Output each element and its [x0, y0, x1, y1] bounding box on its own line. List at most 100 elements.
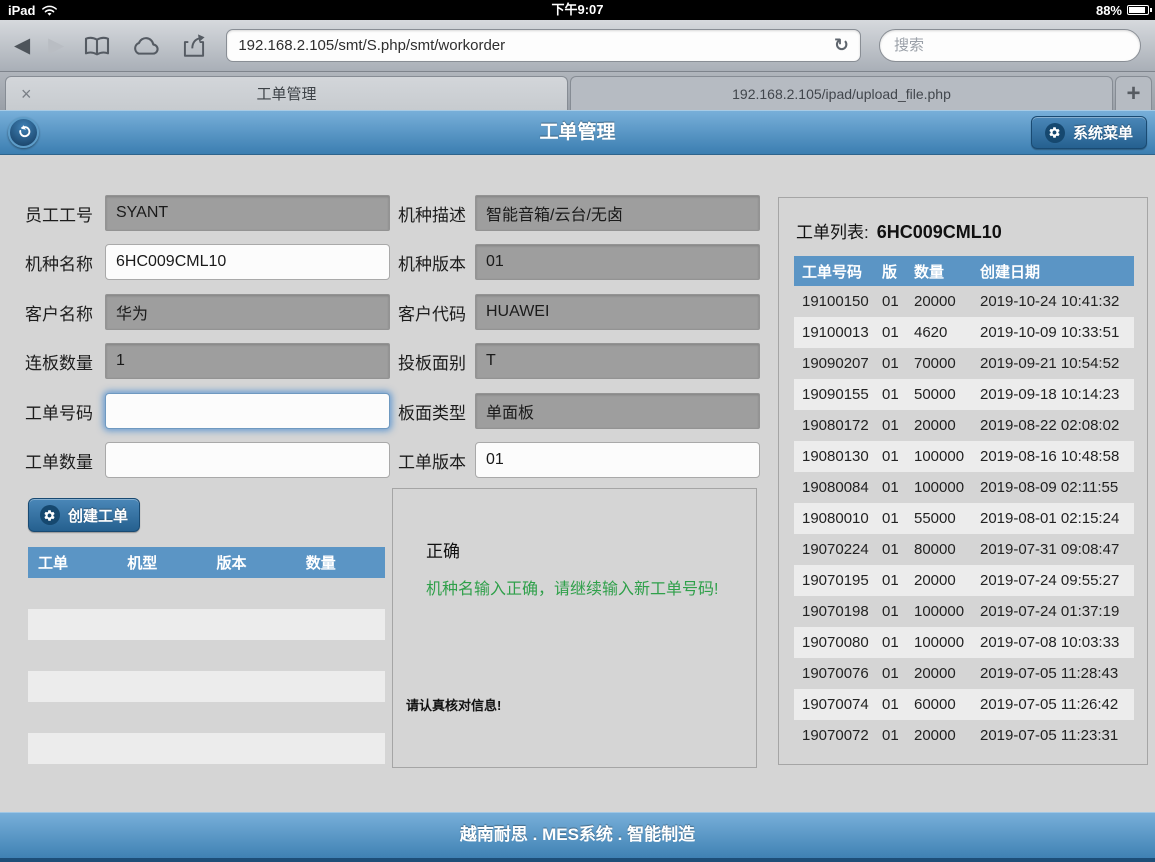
icloud-tabs-button[interactable]	[130, 36, 162, 56]
status-right: 88%	[1096, 0, 1149, 20]
order-number-cell: 19080172	[794, 410, 874, 441]
panel-count-label: 连板数量	[25, 349, 105, 374]
order-number-cell: 19100013	[794, 317, 874, 348]
order-table-row[interactable]: 19070198 01 100000 2019-07-24 01:37:19	[794, 596, 1134, 627]
order-number-cell: 19090155	[794, 379, 874, 410]
order-col-qty: 数量	[906, 256, 972, 286]
order-list-model: 6HC009CML10	[877, 222, 1002, 242]
order-qty-cell: 100000	[906, 596, 972, 627]
system-menu-button[interactable]: 系统菜单	[1031, 116, 1147, 149]
board-type-label: 板面类型	[398, 399, 475, 424]
tab-upload-file[interactable]: 192.168.2.105/ipad/upload_file.php	[570, 76, 1113, 110]
order-qty-cell: 20000	[906, 565, 972, 596]
employee-id-field	[105, 195, 390, 231]
order-version-cell: 01	[874, 720, 906, 751]
order-table-row[interactable]: 19070224 01 80000 2019-07-31 09:08:47	[794, 534, 1134, 565]
workorder-number-field[interactable]	[105, 393, 390, 429]
pending-empty-row	[28, 640, 385, 671]
battery-percent: 88%	[1096, 3, 1122, 18]
order-qty-cell: 50000	[906, 379, 972, 410]
workorder-qty-label: 工单数量	[25, 448, 105, 473]
board-type-field	[475, 393, 760, 429]
field-customer-name: 客户名称	[25, 294, 390, 330]
order-table-row[interactable]: 19080010 01 55000 2019-08-01 02:15:24	[794, 503, 1134, 534]
tab-workorder[interactable]: × 工单管理	[5, 76, 568, 110]
battery-icon	[1127, 5, 1149, 15]
order-number-cell: 19080084	[794, 472, 874, 503]
order-table-row[interactable]: 19080172 01 20000 2019-08-22 02:08:02	[794, 410, 1134, 441]
close-icon[interactable]: ×	[21, 85, 32, 103]
order-qty-cell: 4620	[906, 317, 972, 348]
tab-title: 工单管理	[256, 83, 316, 104]
order-table-row[interactable]: 19070195 01 20000 2019-07-24 09:55:27	[794, 565, 1134, 596]
order-date-cell: 2019-10-24 10:41:32	[972, 286, 1134, 317]
create-workorder-button[interactable]: 创建工单	[28, 498, 140, 532]
main-content: 员工工号 机种名称 客户名称 连板数量 工单号码 工单数量 机种描述	[0, 155, 1155, 812]
pending-empty-row	[28, 702, 385, 733]
order-number-cell: 19070224	[794, 534, 874, 565]
order-table-row[interactable]: 19070072 01 20000 2019-07-05 11:23:31	[794, 720, 1134, 751]
order-table-row[interactable]: 19080084 01 100000 2019-08-09 02:11:55	[794, 472, 1134, 503]
model-name-field[interactable]	[105, 244, 390, 280]
order-version-cell: 01	[874, 503, 906, 534]
search-input[interactable]	[879, 29, 1141, 62]
order-qty-cell: 100000	[906, 441, 972, 472]
page-back-button[interactable]	[8, 117, 39, 148]
order-qty-cell: 100000	[906, 472, 972, 503]
order-number-cell: 19100150	[794, 286, 874, 317]
field-workorder-qty: 工单数量	[25, 442, 390, 478]
tab-title: 192.168.2.105/ipad/upload_file.php	[732, 86, 951, 102]
workorder-qty-field[interactable]	[105, 442, 390, 478]
tab-bar: × 工单管理 192.168.2.105/ipad/upload_file.ph…	[0, 72, 1155, 110]
order-version-cell: 01	[874, 472, 906, 503]
order-table-row[interactable]: 19070074 01 60000 2019-07-05 11:26:42	[794, 689, 1134, 720]
order-table: 工单号码 版 数量 创建日期 19100150 01 20000 2019-10…	[794, 256, 1134, 751]
order-number-cell: 19070076	[794, 658, 874, 689]
footer-text: 越南耐思 . MES系统 . 智能制造	[0, 812, 1155, 857]
order-table-row[interactable]: 19090207 01 70000 2019-09-21 10:54:52	[794, 348, 1134, 379]
order-number-cell: 19090207	[794, 348, 874, 379]
address-bar[interactable]: 192.168.2.105/smt/S.php/smt/workorder ↻	[226, 29, 861, 62]
order-table-header: 工单号码 版 数量 创建日期	[794, 256, 1134, 286]
order-date-cell: 2019-09-18 10:14:23	[972, 379, 1134, 410]
order-date-cell: 2019-08-22 02:08:02	[972, 410, 1134, 441]
browser-back-button[interactable]: ◀	[14, 35, 30, 56]
order-date-cell: 2019-07-05 11:23:31	[972, 720, 1134, 751]
browser-forward-button[interactable]: ▶	[48, 35, 64, 56]
order-qty-cell: 20000	[906, 720, 972, 751]
order-list-title-label: 工单列表:	[796, 223, 869, 242]
board-side-label: 投板面别	[398, 349, 475, 374]
order-table-row[interactable]: 19100150 01 20000 2019-10-24 10:41:32	[794, 286, 1134, 317]
field-board-side: 投板面别	[398, 343, 760, 379]
bookmarks-button[interactable]	[82, 35, 112, 57]
order-qty-cell: 20000	[906, 410, 972, 441]
pending-empty-row	[28, 609, 385, 640]
order-table-row[interactable]: 19080130 01 100000 2019-08-16 10:48:58	[794, 441, 1134, 472]
order-table-row[interactable]: 19070080 01 100000 2019-07-08 10:03:33	[794, 627, 1134, 658]
model-version-field	[475, 244, 760, 280]
order-table-row[interactable]: 19100013 01 4620 2019-10-09 10:33:51	[794, 317, 1134, 348]
workorder-version-field[interactable]	[475, 442, 760, 478]
order-version-cell: 01	[874, 565, 906, 596]
order-table-row[interactable]: 19070076 01 20000 2019-07-05 11:28:43	[794, 658, 1134, 689]
order-col-date: 创建日期	[972, 256, 1134, 286]
order-version-cell: 01	[874, 441, 906, 472]
order-qty-cell: 80000	[906, 534, 972, 565]
ipad-screen: iPad 下午9:07 88% ◀ ▶	[0, 0, 1155, 862]
order-date-cell: 2019-08-16 10:48:58	[972, 441, 1134, 472]
gear-icon	[43, 509, 56, 522]
order-date-cell: 2019-08-01 02:15:24	[972, 503, 1134, 534]
order-table-row[interactable]: 19090155 01 50000 2019-09-18 10:14:23	[794, 379, 1134, 410]
order-qty-cell: 20000	[906, 286, 972, 317]
order-version-cell: 01	[874, 286, 906, 317]
new-tab-button[interactable]: +	[1115, 76, 1152, 110]
customer-name-label: 客户名称	[25, 300, 105, 325]
order-version-cell: 01	[874, 627, 906, 658]
pending-empty-row	[28, 733, 385, 764]
order-date-cell: 2019-07-08 10:03:33	[972, 627, 1134, 658]
share-button[interactable]	[180, 33, 208, 58]
order-col-version: 版	[874, 256, 906, 286]
order-number-cell: 19080130	[794, 441, 874, 472]
refresh-icon[interactable]: ↻	[834, 35, 849, 56]
pending-empty-row	[28, 578, 385, 609]
